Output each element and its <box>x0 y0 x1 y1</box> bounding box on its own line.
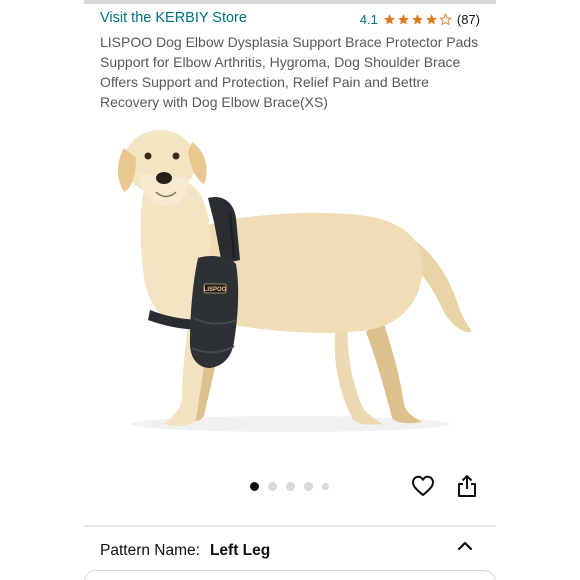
review-count: (87) <box>456 12 480 27</box>
carousel-dot-5[interactable] <box>322 483 329 490</box>
star-icon <box>411 14 423 25</box>
product-title: LISPOO Dog Elbow Dysplasia Support Brace… <box>100 34 479 110</box>
variation-value: Left Leg <box>209 542 271 559</box>
star-icon <box>383 14 395 25</box>
star-rating <box>383 13 452 26</box>
carousel-dot-2[interactable] <box>268 482 277 491</box>
variation-label: Pattern Name: <box>100 542 200 559</box>
share-icon[interactable] <box>456 474 478 498</box>
heart-icon[interactable] <box>411 474 435 498</box>
image-carousel-indicator <box>250 482 329 491</box>
carousel-dot-1[interactable] <box>250 482 259 491</box>
top-divider <box>84 0 496 4</box>
star-icon <box>425 14 437 25</box>
options-panel-top <box>84 570 496 580</box>
star-outline-icon <box>438 13 452 26</box>
product-image[interactable]: LISPOO <box>100 118 480 448</box>
visit-store-link[interactable]: Visit the KERBIY Store <box>100 10 247 26</box>
section-divider <box>84 525 496 527</box>
carousel-dot-3[interactable] <box>286 482 295 491</box>
star-icon <box>397 14 409 25</box>
chevron-up-icon[interactable] <box>456 539 474 553</box>
variation-selector[interactable]: Pattern Name: Left Leg <box>100 542 270 560</box>
carousel-dot-4[interactable] <box>304 482 313 491</box>
rating-value: 4.1 <box>359 12 378 27</box>
rating-summary[interactable]: 4.1 (87) <box>360 12 480 27</box>
brace-logo: LISPOO <box>204 287 227 293</box>
